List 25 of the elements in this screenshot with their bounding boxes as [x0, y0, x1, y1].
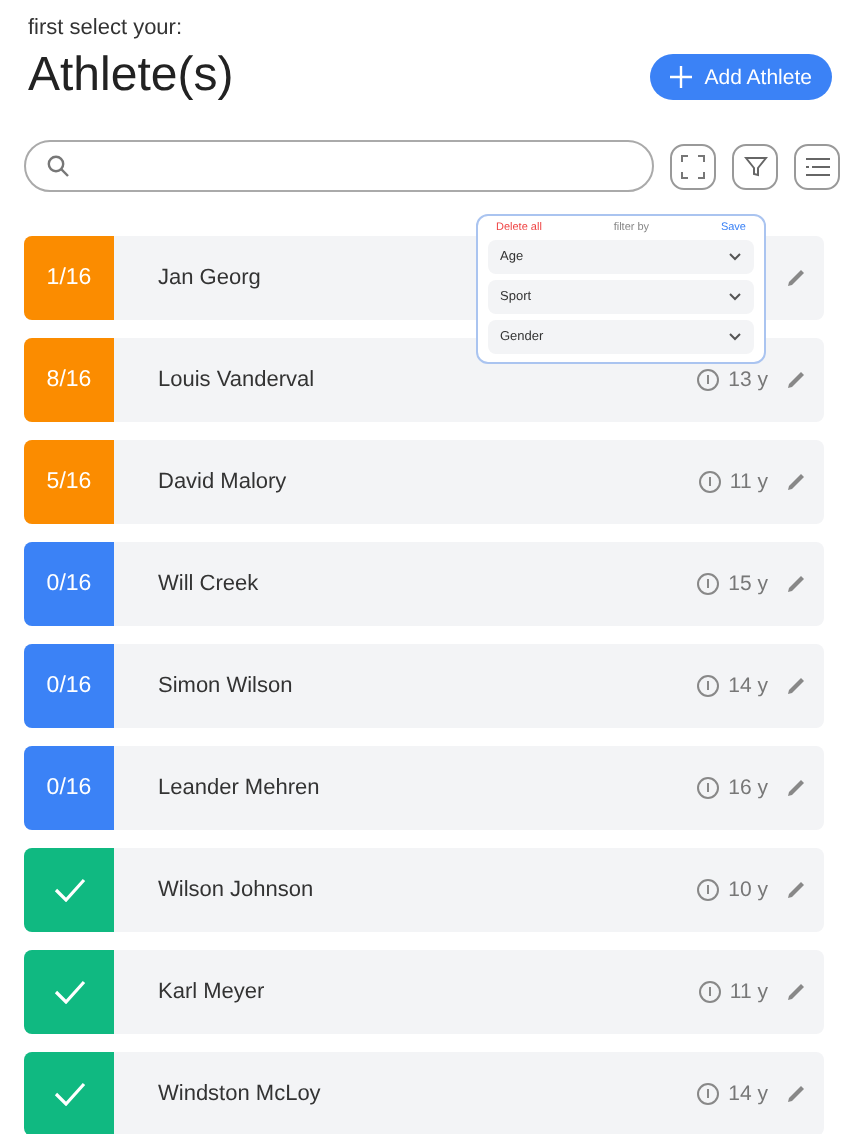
athlete-name: David Malory [158, 470, 287, 494]
athlete-name: Windston McLoy [158, 1082, 321, 1106]
athlete-name: Leander Mehren [158, 776, 320, 800]
age-text: 14 y [728, 1082, 768, 1106]
athlete-name: Louis Vanderval [158, 368, 315, 392]
age-text: 11 y [729, 980, 768, 1004]
page-title: Athlete(s) [28, 48, 234, 104]
progress-badge: 0/16 [24, 542, 114, 626]
age-text: 10 y [728, 878, 768, 902]
athlete-name: Wilson Johnson [158, 878, 314, 902]
athlete-name: Will Creek [158, 572, 259, 596]
progress-badge: 1/16 [24, 236, 114, 320]
age-text: 15 y [728, 572, 768, 596]
athlete-name: Simon Wilson [158, 674, 293, 698]
age-text: 11 y [729, 470, 768, 494]
age-text: 13 y [728, 368, 768, 392]
subtitle: first select your: [28, 16, 185, 40]
age-text: 14 y [728, 674, 768, 698]
age-text: 16 y [728, 776, 768, 800]
progress-badge: 0/16 [24, 644, 114, 728]
progress-badge: 8/16 [24, 338, 114, 422]
progress-badge: 5/16 [24, 440, 114, 524]
athlete-name: Karl Meyer [158, 980, 265, 1004]
progress-badge: 0/16 [24, 746, 114, 830]
athlete-name: Jan Georg [158, 266, 261, 290]
